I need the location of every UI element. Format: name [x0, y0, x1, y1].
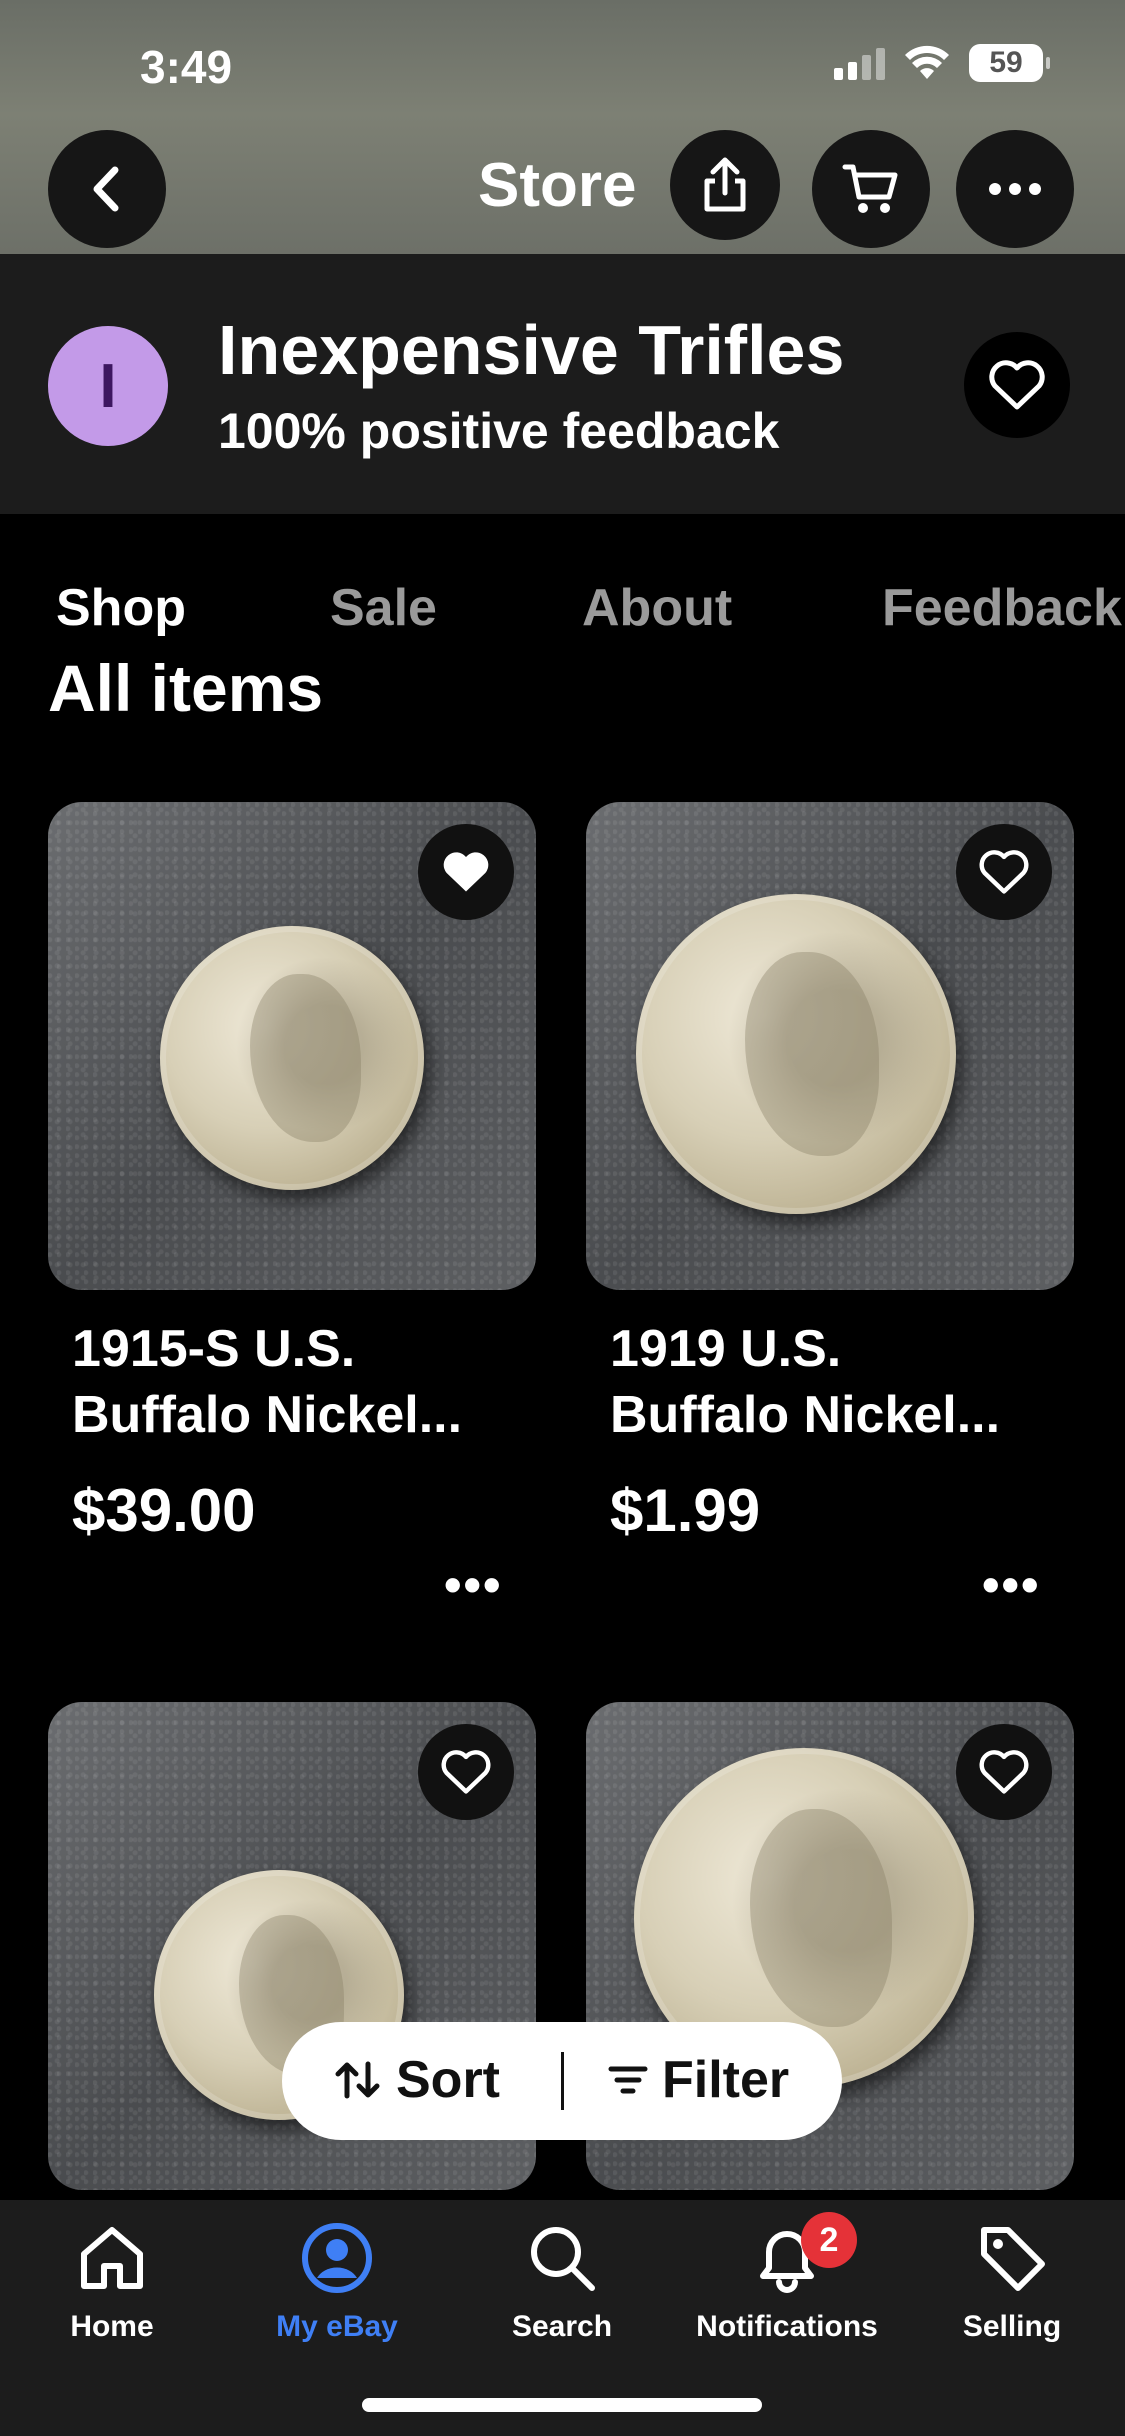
heart-outline-icon: [989, 360, 1045, 410]
product-price: $1.99: [610, 1477, 761, 1544]
tab-sale[interactable]: Sale: [330, 578, 437, 638]
heart-outline-icon: [441, 1750, 491, 1794]
heart-filled-icon: [443, 852, 489, 892]
filter-button[interactable]: Filter: [608, 2050, 789, 2110]
home-indicator: [362, 2398, 762, 2412]
product-title-line: Buffalo Nickel...: [610, 1386, 1001, 1444]
product-title-line: Buffalo Nickel...: [72, 1386, 463, 1444]
store-tabs: Shop Sale About Feedback: [0, 578, 1125, 648]
product-image[interactable]: [48, 802, 536, 1290]
seller-name[interactable]: Inexpensive Trifles: [218, 310, 844, 390]
tag-icon: [981, 2227, 1045, 2291]
nav-label: Notifications: [696, 2310, 878, 2343]
cart-icon: [842, 164, 898, 213]
top-bar: 3:49 59 Store: [0, 0, 1125, 254]
share-icon: [704, 157, 746, 212]
nav-label: Home: [70, 2310, 154, 2343]
watch-button[interactable]: [956, 824, 1052, 920]
tab-shop[interactable]: Shop: [56, 578, 186, 638]
section-title: All items: [48, 651, 324, 725]
more-options-icon[interactable]: •••: [982, 1556, 1041, 1614]
sort-button[interactable]: Sort: [334, 2050, 500, 2110]
product-image[interactable]: [586, 802, 1074, 1290]
page-title: Store: [478, 151, 637, 220]
more-options-button[interactable]: [956, 130, 1074, 248]
nav-label: My eBay: [276, 2310, 398, 2343]
product-title[interactable]: 1919 U.S. Buffalo Nickel...: [610, 1316, 1050, 1448]
search-icon: [531, 2227, 595, 2291]
watch-button[interactable]: [418, 1724, 514, 1820]
share-button[interactable]: [670, 130, 780, 240]
product-price: $39.00: [72, 1477, 256, 1544]
product-title-line: 1915-S U.S.: [72, 1320, 356, 1378]
home-icon: [81, 2227, 143, 2289]
tab-feedback[interactable]: Feedback: [882, 578, 1122, 638]
watch-button[interactable]: [956, 1724, 1052, 1820]
chevron-left-icon: [93, 166, 119, 212]
nav-my-ebay[interactable]: My eBay: [237, 2220, 437, 2344]
nav-label: Search: [511, 2310, 613, 2343]
cart-button[interactable]: [812, 130, 930, 248]
nav-label: Selling: [962, 2310, 1062, 2343]
seller-avatar[interactable]: I: [48, 326, 168, 446]
filter-label: Filter: [662, 2051, 790, 2109]
nav-notifications[interactable]: 2 Notifications: [687, 2212, 887, 2344]
more-options-icon[interactable]: •••: [444, 1556, 503, 1614]
seller-feedback: 100% positive feedback: [218, 403, 780, 459]
divider: [561, 2052, 564, 2110]
back-button[interactable]: [48, 130, 166, 248]
wifi-icon: [905, 45, 949, 79]
sort-label: Sort: [396, 2051, 500, 2109]
coin-image: [636, 894, 956, 1214]
heart-outline-icon: [979, 850, 1029, 894]
product-title[interactable]: 1915-S U.S. Buffalo Nickel...: [72, 1316, 512, 1448]
save-seller-button[interactable]: [964, 332, 1070, 438]
account-icon: [302, 2223, 372, 2293]
coin-image: [160, 926, 424, 1190]
tab-about[interactable]: About: [582, 578, 732, 638]
status-icons: 59: [834, 44, 1050, 82]
signal-icon: [834, 46, 885, 80]
more-icon: [989, 183, 1041, 195]
notification-badge: 2: [801, 2212, 857, 2268]
nav-search[interactable]: Search: [462, 2220, 662, 2344]
sort-icon: [335, 2061, 380, 2099]
filter-icon: [608, 2066, 648, 2094]
sort-filter-bar: Sort Filter: [282, 2022, 842, 2140]
battery-icon: 59: [969, 44, 1050, 82]
seller-header: I Inexpensive Trifles 100% positive feed…: [0, 254, 1125, 514]
product-title-line: 1919 U.S.: [610, 1320, 842, 1378]
nav-home[interactable]: Home: [12, 2220, 212, 2344]
nav-selling[interactable]: Selling: [912, 2220, 1112, 2344]
watch-button[interactable]: [418, 824, 514, 920]
heart-outline-icon: [979, 1750, 1029, 1794]
status-time: 3:49: [140, 41, 233, 93]
